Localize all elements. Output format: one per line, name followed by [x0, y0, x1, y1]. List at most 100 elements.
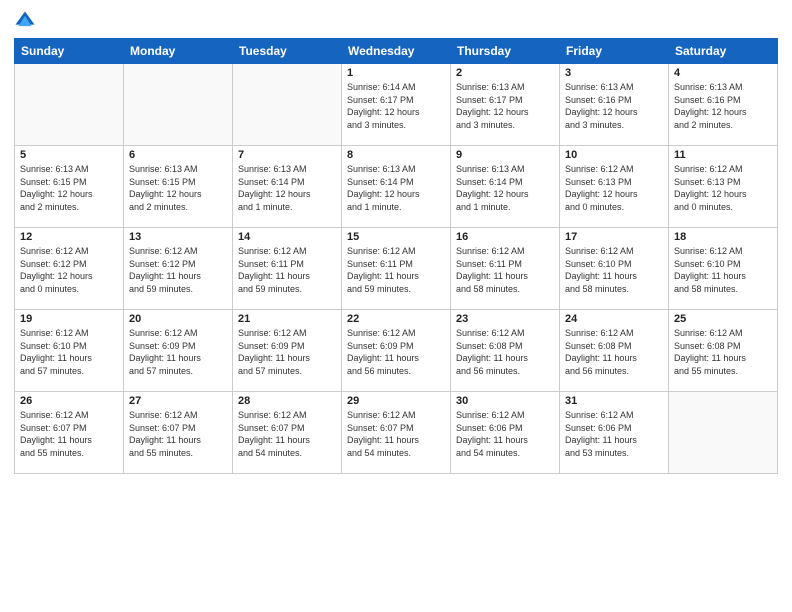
- week-row-3: 19 Sunrise: 6:12 AMSunset: 6:10 PMDayligh…: [15, 310, 778, 392]
- day-info: Sunrise: 6:14 AMSunset: 6:17 PMDaylight:…: [347, 81, 445, 131]
- day-info: Sunrise: 6:12 AMSunset: 6:10 PMDaylight:…: [565, 245, 663, 295]
- day-info: Sunrise: 6:13 AMSunset: 6:15 PMDaylight:…: [20, 163, 118, 213]
- day-number: 9: [456, 149, 554, 161]
- day-number: 12: [20, 231, 118, 243]
- weekday-header-friday: Friday: [560, 39, 669, 64]
- day-info: Sunrise: 6:12 AMSunset: 6:06 PMDaylight:…: [456, 409, 554, 459]
- weekday-header-row: SundayMondayTuesdayWednesdayThursdayFrid…: [15, 39, 778, 64]
- day-info: Sunrise: 6:12 AMSunset: 6:08 PMDaylight:…: [674, 327, 772, 377]
- day-info: Sunrise: 6:12 AMSunset: 6:09 PMDaylight:…: [238, 327, 336, 377]
- header: [14, 10, 778, 32]
- week-row-2: 12 Sunrise: 6:12 AMSunset: 6:12 PMDayligh…: [15, 228, 778, 310]
- weekday-header-thursday: Thursday: [451, 39, 560, 64]
- day-info: Sunrise: 6:12 AMSunset: 6:07 PMDaylight:…: [238, 409, 336, 459]
- day-number: 18: [674, 231, 772, 243]
- calendar-cell: 18 Sunrise: 6:12 AMSunset: 6:10 PMDayligh…: [669, 228, 778, 310]
- calendar-cell: 8 Sunrise: 6:13 AMSunset: 6:14 PMDaylight…: [342, 146, 451, 228]
- day-number: 2: [456, 67, 554, 79]
- day-info: Sunrise: 6:13 AMSunset: 6:14 PMDaylight:…: [456, 163, 554, 213]
- day-number: 3: [565, 67, 663, 79]
- calendar: SundayMondayTuesdayWednesdayThursdayFrid…: [14, 38, 778, 474]
- day-number: 4: [674, 67, 772, 79]
- calendar-cell: 17 Sunrise: 6:12 AMSunset: 6:10 PMDayligh…: [560, 228, 669, 310]
- calendar-cell: [124, 64, 233, 146]
- weekday-header-wednesday: Wednesday: [342, 39, 451, 64]
- day-number: 30: [456, 395, 554, 407]
- weekday-header-tuesday: Tuesday: [233, 39, 342, 64]
- week-row-0: 1 Sunrise: 6:14 AMSunset: 6:17 PMDaylight…: [15, 64, 778, 146]
- day-number: 11: [674, 149, 772, 161]
- day-number: 21: [238, 313, 336, 325]
- day-number: 22: [347, 313, 445, 325]
- day-number: 10: [565, 149, 663, 161]
- day-info: Sunrise: 6:12 AMSunset: 6:11 PMDaylight:…: [347, 245, 445, 295]
- day-number: 25: [674, 313, 772, 325]
- calendar-cell: 29 Sunrise: 6:12 AMSunset: 6:07 PMDayligh…: [342, 392, 451, 474]
- day-number: 31: [565, 395, 663, 407]
- day-number: 29: [347, 395, 445, 407]
- day-number: 23: [456, 313, 554, 325]
- calendar-cell: 23Sunrise: 6:12 AMSunset: 6:08 PMDayligh…: [451, 310, 560, 392]
- day-info: Sunrise: 6:12 AMSunset: 6:07 PMDaylight:…: [347, 409, 445, 459]
- day-info: Sunrise: 6:13 AMSunset: 6:14 PMDaylight:…: [238, 163, 336, 213]
- calendar-cell: 10Sunrise: 6:12 AMSunset: 6:13 PMDayligh…: [560, 146, 669, 228]
- calendar-cell: 27 Sunrise: 6:12 AMSunset: 6:07 PMDayligh…: [124, 392, 233, 474]
- calendar-cell: [15, 64, 124, 146]
- calendar-cell: 13 Sunrise: 6:12 AMSunset: 6:12 PMDayligh…: [124, 228, 233, 310]
- calendar-cell: 15 Sunrise: 6:12 AMSunset: 6:11 PMDayligh…: [342, 228, 451, 310]
- day-number: 14: [238, 231, 336, 243]
- day-info: Sunrise: 6:12 AMSunset: 6:13 PMDaylight:…: [674, 163, 772, 213]
- day-info: Sunrise: 6:12 AMSunset: 6:11 PMDaylight:…: [238, 245, 336, 295]
- day-info: Sunrise: 6:12 AMSunset: 6:07 PMDaylight:…: [129, 409, 227, 459]
- day-number: 13: [129, 231, 227, 243]
- weekday-header-sunday: Sunday: [15, 39, 124, 64]
- calendar-cell: 7 Sunrise: 6:13 AMSunset: 6:14 PMDaylight…: [233, 146, 342, 228]
- calendar-cell: 12 Sunrise: 6:12 AMSunset: 6:12 PMDayligh…: [15, 228, 124, 310]
- calendar-cell: 16Sunrise: 6:12 AMSunset: 6:11 PMDayligh…: [451, 228, 560, 310]
- calendar-cell: 14 Sunrise: 6:12 AMSunset: 6:11 PMDayligh…: [233, 228, 342, 310]
- day-number: 17: [565, 231, 663, 243]
- calendar-cell: 19 Sunrise: 6:12 AMSunset: 6:10 PMDayligh…: [15, 310, 124, 392]
- week-row-4: 26 Sunrise: 6:12 AMSunset: 6:07 PMDayligh…: [15, 392, 778, 474]
- day-info: Sunrise: 6:12 AMSunset: 6:12 PMDaylight:…: [129, 245, 227, 295]
- calendar-cell: 11 Sunrise: 6:12 AMSunset: 6:13 PMDayligh…: [669, 146, 778, 228]
- calendar-cell: 31 Sunrise: 6:12 AMSunset: 6:06 PMDayligh…: [560, 392, 669, 474]
- calendar-cell: 9 Sunrise: 6:13 AMSunset: 6:14 PMDaylight…: [451, 146, 560, 228]
- weekday-header-monday: Monday: [124, 39, 233, 64]
- weekday-header-saturday: Saturday: [669, 39, 778, 64]
- day-number: 20: [129, 313, 227, 325]
- day-number: 24: [565, 313, 663, 325]
- day-number: 6: [129, 149, 227, 161]
- day-number: 26: [20, 395, 118, 407]
- day-number: 7: [238, 149, 336, 161]
- calendar-cell: [669, 392, 778, 474]
- calendar-cell: 22Sunrise: 6:12 AMSunset: 6:09 PMDayligh…: [342, 310, 451, 392]
- calendar-cell: 6Sunrise: 6:13 AMSunset: 6:15 PMDaylight…: [124, 146, 233, 228]
- calendar-cell: 21 Sunrise: 6:12 AMSunset: 6:09 PMDayligh…: [233, 310, 342, 392]
- day-number: 28: [238, 395, 336, 407]
- day-info: Sunrise: 6:12 AMSunset: 6:10 PMDaylight:…: [20, 327, 118, 377]
- logo-icon: [14, 10, 36, 32]
- calendar-cell: 28 Sunrise: 6:12 AMSunset: 6:07 PMDayligh…: [233, 392, 342, 474]
- day-info: Sunrise: 6:12 AMSunset: 6:12 PMDaylight:…: [20, 245, 118, 295]
- calendar-cell: 25 Sunrise: 6:12 AMSunset: 6:08 PMDayligh…: [669, 310, 778, 392]
- calendar-cell: 1 Sunrise: 6:14 AMSunset: 6:17 PMDaylight…: [342, 64, 451, 146]
- calendar-cell: [233, 64, 342, 146]
- day-info: Sunrise: 6:13 AMSunset: 6:14 PMDaylight:…: [347, 163, 445, 213]
- day-number: 27: [129, 395, 227, 407]
- day-info: Sunrise: 6:12 AMSunset: 6:09 PMDaylight:…: [129, 327, 227, 377]
- day-info: Sunrise: 6:13 AMSunset: 6:16 PMDaylight:…: [674, 81, 772, 131]
- day-number: 15: [347, 231, 445, 243]
- day-info: Sunrise: 6:12 AMSunset: 6:06 PMDaylight:…: [565, 409, 663, 459]
- day-number: 19: [20, 313, 118, 325]
- logo: [14, 10, 40, 32]
- day-number: 8: [347, 149, 445, 161]
- calendar-cell: 3Sunrise: 6:13 AMSunset: 6:16 PMDaylight…: [560, 64, 669, 146]
- day-info: Sunrise: 6:12 AMSunset: 6:10 PMDaylight:…: [674, 245, 772, 295]
- day-info: Sunrise: 6:12 AMSunset: 6:07 PMDaylight:…: [20, 409, 118, 459]
- calendar-cell: 5 Sunrise: 6:13 AMSunset: 6:15 PMDaylight…: [15, 146, 124, 228]
- day-number: 16: [456, 231, 554, 243]
- calendar-cell: 20 Sunrise: 6:12 AMSunset: 6:09 PMDayligh…: [124, 310, 233, 392]
- day-number: 5: [20, 149, 118, 161]
- day-number: 1: [347, 67, 445, 79]
